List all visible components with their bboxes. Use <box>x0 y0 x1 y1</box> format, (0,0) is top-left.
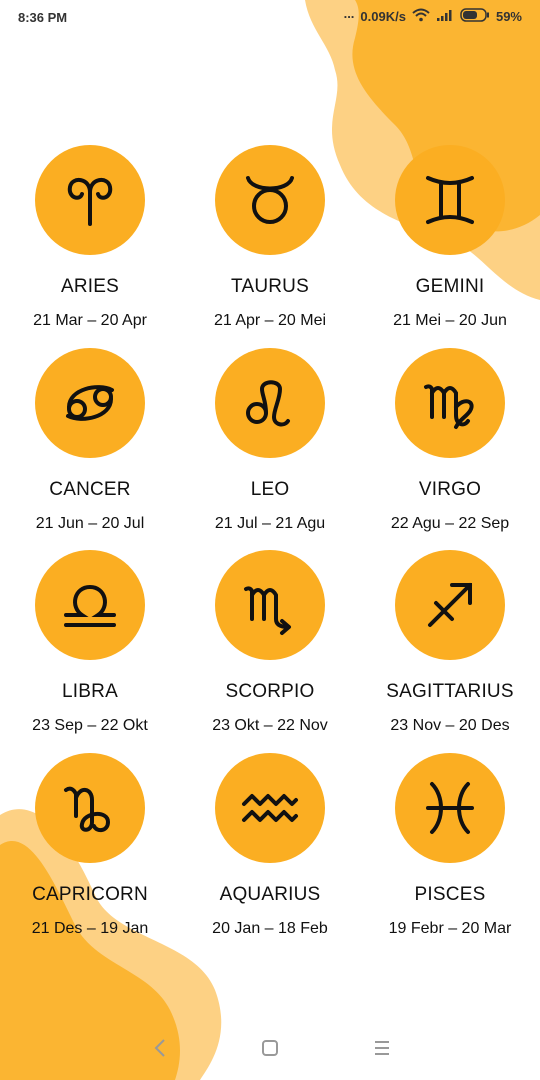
cancer-icon[interactable] <box>35 348 145 458</box>
net-speed: 0.09K/s <box>360 9 406 24</box>
sign-dates: 23 Nov – 20 Des <box>390 717 510 734</box>
aquarius-icon[interactable] <box>215 753 325 863</box>
sign-name: CAPRICORN <box>32 884 148 905</box>
home-icon[interactable] <box>250 1028 290 1068</box>
sign-name: GEMINI <box>415 276 485 297</box>
zodiac-grid: ARIES 21 Mar – 20 Apr TAURUS 21 Apr – 20… <box>0 0 540 1000</box>
menu-icon[interactable] <box>362 1028 402 1068</box>
back-icon[interactable] <box>140 1028 180 1068</box>
sign-taurus[interactable]: TAURUS 21 Apr – 20 Mei <box>180 145 360 330</box>
sign-aquarius[interactable]: AQUARIUS 20 Jan – 18 Feb <box>180 753 360 938</box>
sign-name: ARIES <box>60 276 120 297</box>
pisces-icon[interactable] <box>395 753 505 863</box>
sign-name: AQUARIUS <box>219 884 321 905</box>
leo-icon[interactable] <box>215 348 325 458</box>
sign-capricorn[interactable]: CAPRICORN 21 Des – 19 Jan <box>0 753 180 938</box>
sign-name: LIBRA <box>62 681 118 702</box>
scorpio-icon[interactable] <box>215 550 325 660</box>
sign-name: SAGITTARIUS <box>386 681 514 702</box>
taurus-icon[interactable] <box>215 145 325 255</box>
sign-dates: 20 Jan – 18 Feb <box>212 920 328 937</box>
sign-name: VIRGO <box>418 479 482 500</box>
sign-name: SCORPIO <box>225 681 315 702</box>
nav-bar <box>0 1010 540 1080</box>
sign-dates: 23 Sep – 22 Okt <box>32 717 148 734</box>
sign-dates: 21 Jul – 21 Agu <box>214 515 326 532</box>
sign-dates: 23 Okt – 22 Nov <box>212 717 328 734</box>
sagittarius-icon[interactable] <box>395 550 505 660</box>
libra-icon[interactable] <box>35 550 145 660</box>
sign-sagittarius[interactable]: SAGITTARIUS 23 Nov – 20 Des <box>360 550 540 735</box>
sign-dates: 21 Jun – 20 Jul <box>35 515 145 532</box>
battery-icon <box>460 8 490 25</box>
sign-name: LEO <box>250 479 290 500</box>
status-time: 8:36 PM <box>18 10 68 25</box>
sign-aries[interactable]: ARIES 21 Mar – 20 Apr <box>0 145 180 330</box>
sign-dates: 21 Mei – 20 Jun <box>393 312 507 329</box>
sign-name: TAURUS <box>231 276 309 297</box>
sign-name: CANCER <box>49 479 131 500</box>
sign-leo[interactable]: LEO 21 Jul – 21 Agu <box>180 348 360 533</box>
sign-cancer[interactable]: CANCER 21 Jun – 20 Jul <box>0 348 180 533</box>
sign-dates: 21 Apr – 20 Mei <box>213 312 327 329</box>
wifi-icon <box>412 8 430 25</box>
capricorn-icon[interactable] <box>35 753 145 863</box>
sign-dates: 21 Des – 19 Jan <box>31 920 149 937</box>
sign-name: PISCES <box>414 884 486 905</box>
gemini-icon[interactable] <box>395 145 505 255</box>
signal-icon <box>436 8 454 25</box>
sign-dates: 19 Febr – 20 Mar <box>388 920 512 937</box>
status-bar: 8:36 PM ... 0.09K/s 59% <box>0 0 540 34</box>
sign-gemini[interactable]: GEMINI 21 Mei – 20 Jun <box>360 145 540 330</box>
sign-pisces[interactable]: PISCES 19 Febr – 20 Mar <box>360 753 540 938</box>
virgo-icon[interactable] <box>395 348 505 458</box>
sign-scorpio[interactable]: SCORPIO 23 Okt – 22 Nov <box>180 550 360 735</box>
more-dots: ... <box>343 6 355 21</box>
sign-libra[interactable]: LIBRA 23 Sep – 22 Okt <box>0 550 180 735</box>
status-right: ... 0.09K/s 59% <box>343 6 522 25</box>
sign-virgo[interactable]: VIRGO 22 Agu – 22 Sep <box>360 348 540 533</box>
battery-percent: 59% <box>495 9 522 24</box>
aries-icon[interactable] <box>35 145 145 255</box>
sign-dates: 22 Agu – 22 Sep <box>390 515 510 532</box>
sign-dates: 21 Mar – 20 Apr <box>33 312 147 329</box>
